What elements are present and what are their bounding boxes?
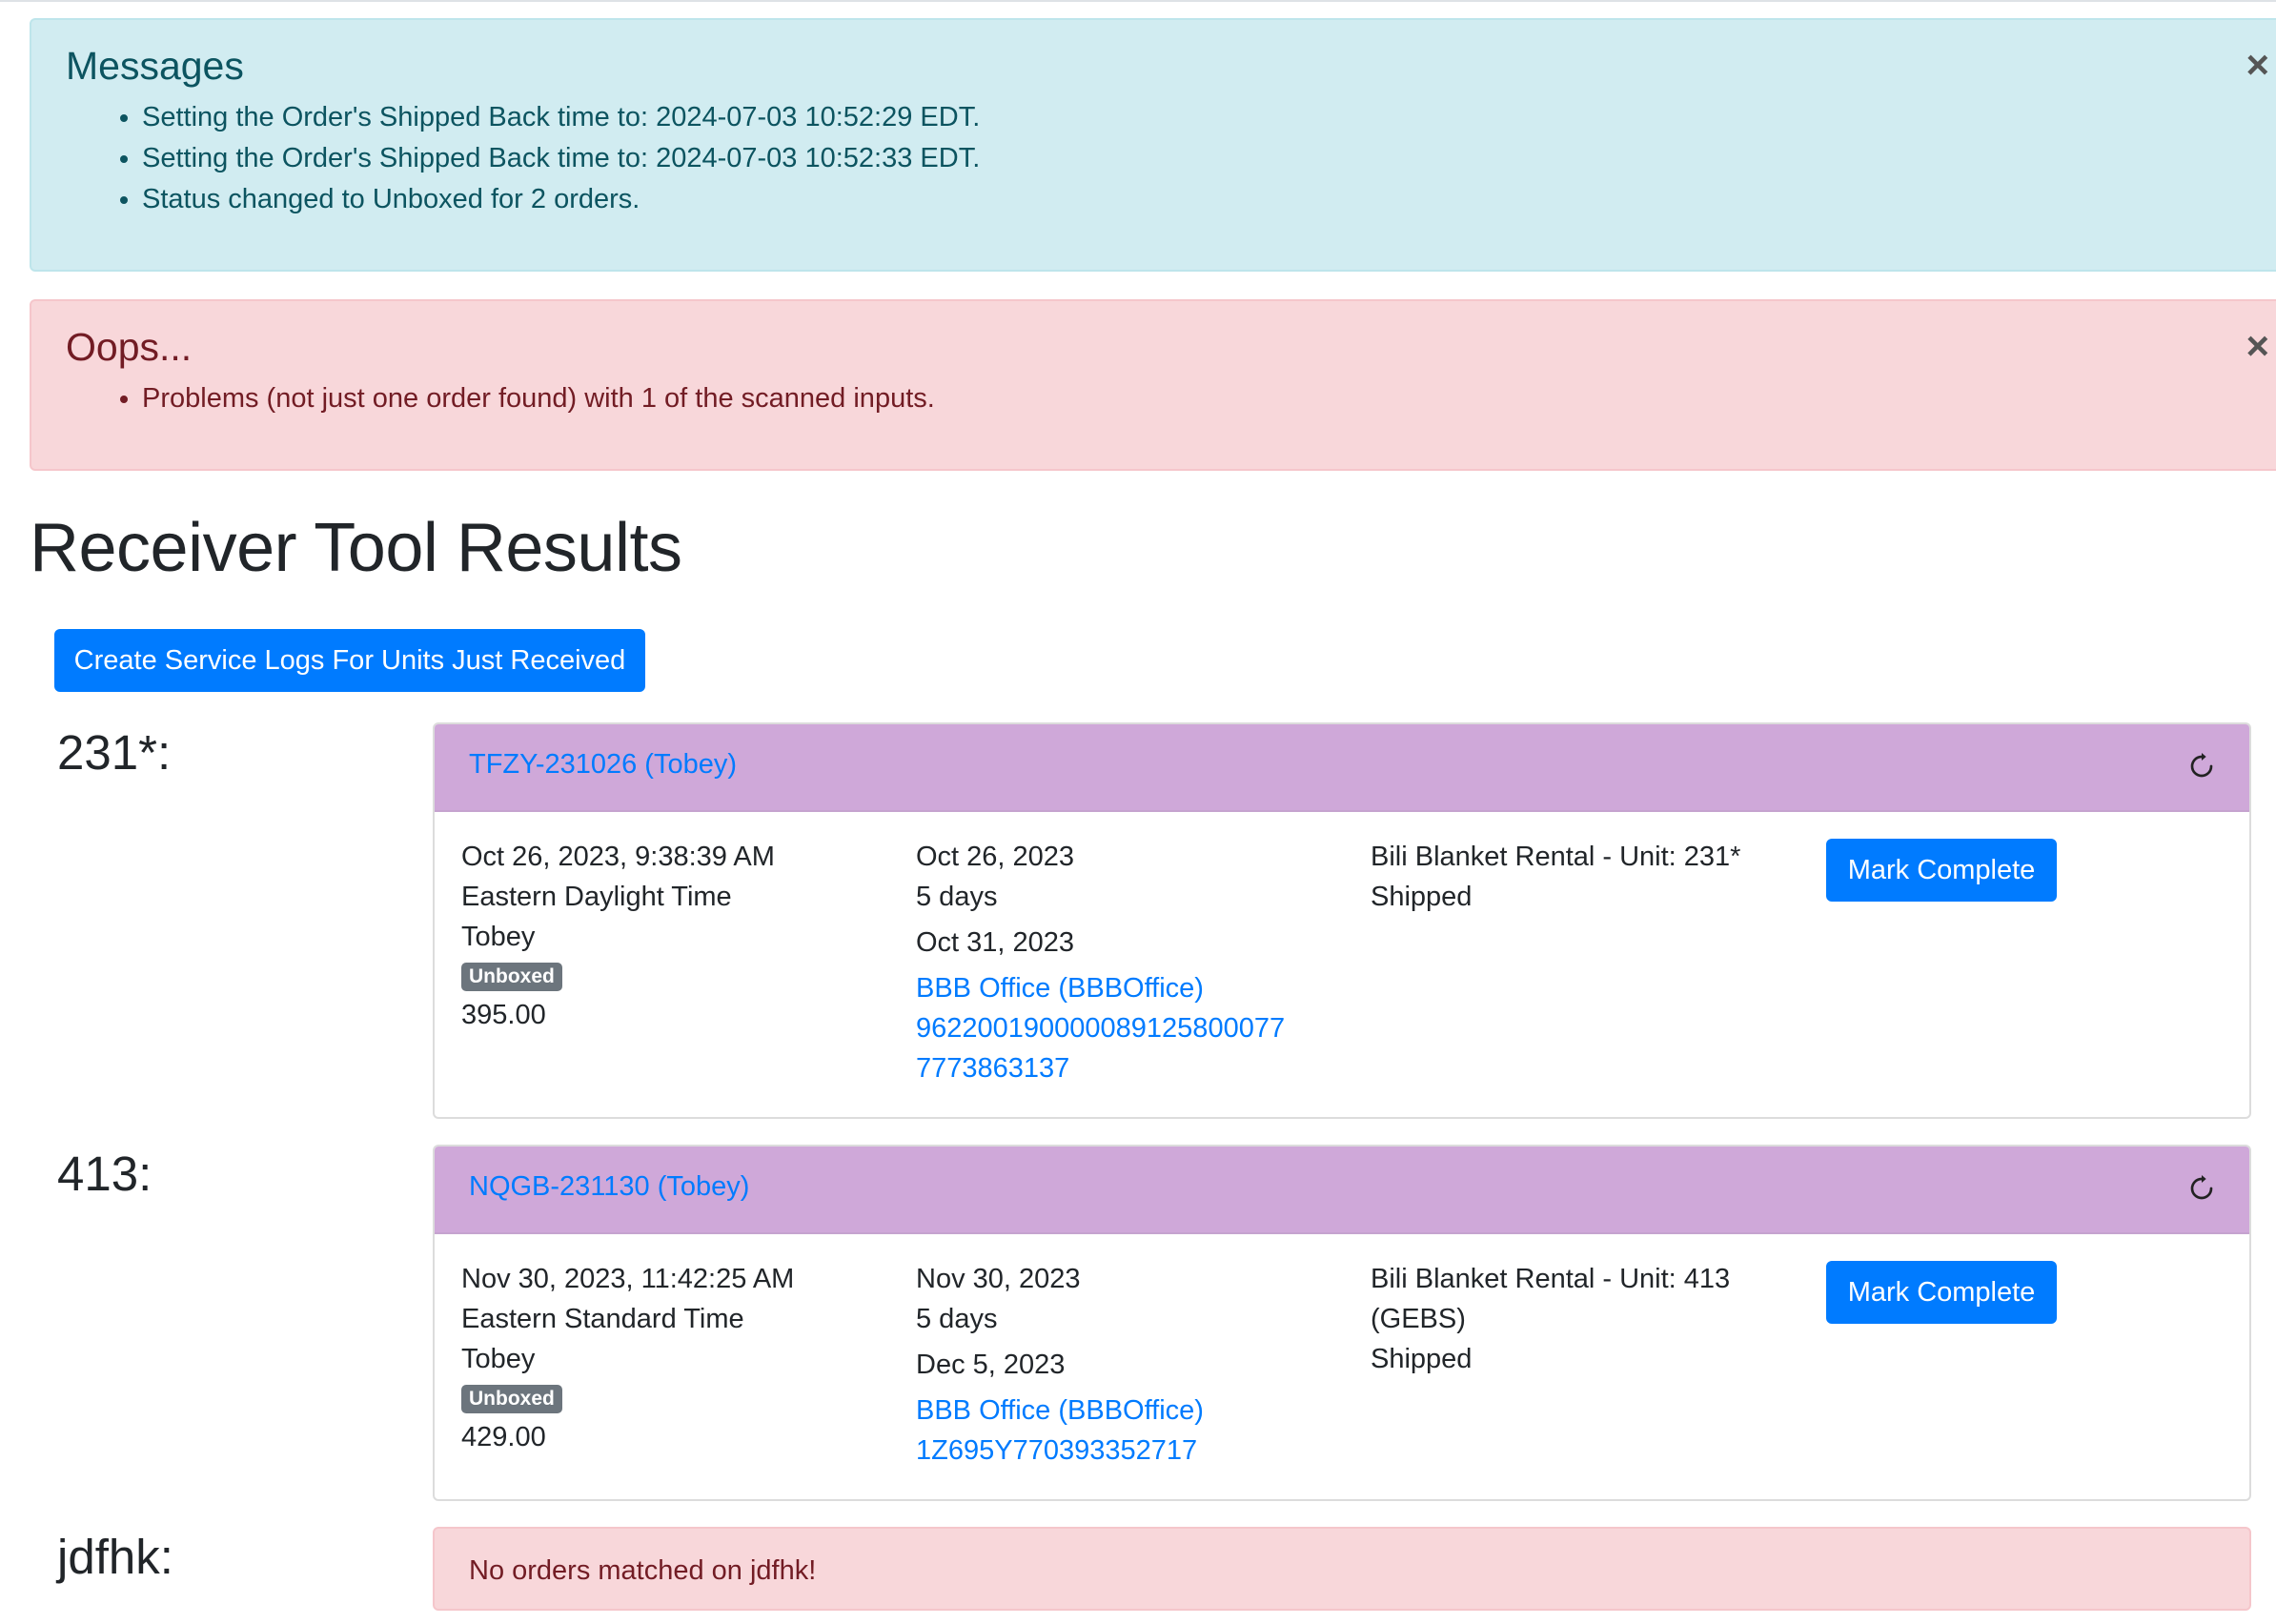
- rental-dates-column: Nov 30, 2023 5 days Dec 5, 2023 BBB Offi…: [916, 1259, 1204, 1471]
- order-created: Nov 30, 2023, 11:42:25 AM: [461, 1264, 795, 1294]
- errors-alert: Oops... Problems (not just one order fou…: [30, 299, 2276, 471]
- rental-end-date: Oct 31, 2023: [916, 927, 1075, 958]
- refresh-icon[interactable]: [2186, 751, 2217, 782]
- errors-title: Oops...: [66, 325, 193, 369]
- rental-duration: 5 days: [916, 882, 998, 912]
- top-divider: [0, 0, 2276, 2]
- message-item: Setting the Order's Shipped Back time to…: [142, 97, 2271, 138]
- mark-complete-button[interactable]: Mark Complete: [1826, 1261, 2057, 1324]
- rental-start-date: Nov 30, 2023: [916, 1264, 1081, 1294]
- unit-label: 413:: [57, 1147, 152, 1201]
- tracking-link[interactable]: 7773863137: [916, 1048, 1285, 1088]
- order-card: NQGB-231130 (Tobey) Nov 30, 2023, 11:42:…: [433, 1145, 2251, 1501]
- close-icon[interactable]: ×: [2246, 45, 2269, 85]
- location-link[interactable]: BBB Office (BBBOffice): [916, 968, 1285, 1008]
- order-info-column: Oct 26, 2023, 9:38:39 AM Eastern Dayligh…: [461, 837, 775, 1035]
- errors-list: Problems (not just one order found) with…: [66, 378, 2271, 419]
- product-name: Bili Blanket Rental - Unit: 231*: [1371, 842, 1741, 872]
- messages-title: Messages: [66, 44, 244, 88]
- page-title: Receiver Tool Results: [30, 510, 682, 586]
- rental-dates-column: Oct 26, 2023 5 days Oct 31, 2023 BBB Off…: [916, 837, 1285, 1088]
- order-customer: Tobey: [461, 922, 536, 952]
- order-amount: 429.00: [461, 1422, 546, 1452]
- close-icon[interactable]: ×: [2246, 326, 2269, 366]
- order-link[interactable]: NQGB-231130 (Tobey): [469, 1171, 749, 1203]
- product-column: Bili Blanket Rental - Unit: 231* Shipped: [1371, 837, 1740, 917]
- product-name: Bili Blanket Rental - Unit: 413: [1371, 1264, 1731, 1294]
- order-link[interactable]: TFZY-231026 (Tobey): [469, 749, 737, 781]
- product-name-continued: (GEBS): [1371, 1304, 1466, 1334]
- location-link[interactable]: BBB Office (BBBOffice): [916, 1391, 1204, 1431]
- shipment-status: Shipped: [1371, 882, 1473, 912]
- unit-label: jdfhk:: [57, 1530, 173, 1584]
- error-item: Problems (not just one order found) with…: [142, 378, 2271, 419]
- refresh-icon[interactable]: [2186, 1173, 2217, 1204]
- shipment-status: Shipped: [1371, 1344, 1473, 1374]
- order-timezone: Eastern Standard Time: [461, 1304, 744, 1334]
- status-badge: Unboxed: [461, 963, 562, 992]
- order-info-column: Nov 30, 2023, 11:42:25 AM Eastern Standa…: [461, 1259, 794, 1457]
- order-card-header: TFZY-231026 (Tobey): [435, 724, 2249, 812]
- order-amount: 395.00: [461, 1000, 546, 1030]
- order-timezone: Eastern Daylight Time: [461, 882, 732, 912]
- rental-start-date: Oct 26, 2023: [916, 842, 1075, 872]
- tracking-link[interactable]: 1Z695Y770393352717: [916, 1431, 1204, 1471]
- no-match-message: No orders matched on jdfhk!: [469, 1555, 817, 1586]
- tracking-link[interactable]: 9622001900000891258000​77: [916, 1008, 1285, 1048]
- product-column: Bili Blanket Rental - Unit: 413 (GEBS) S…: [1371, 1259, 1730, 1379]
- create-service-logs-button[interactable]: Create Service Logs For Units Just Recei…: [54, 629, 645, 692]
- order-card-header: NQGB-231130 (Tobey): [435, 1147, 2249, 1234]
- mark-complete-button[interactable]: Mark Complete: [1826, 839, 2057, 902]
- status-badge: Unboxed: [461, 1385, 562, 1414]
- unit-label: 231*:: [57, 725, 172, 780]
- rental-end-date: Dec 5, 2023: [916, 1350, 1066, 1380]
- message-item: Status changed to Unboxed for 2 orders.: [142, 179, 2271, 220]
- message-item: Setting the Order's Shipped Back time to…: [142, 138, 2271, 179]
- rental-duration: 5 days: [916, 1304, 998, 1334]
- messages-alert: Messages Setting the Order's Shipped Bac…: [30, 18, 2276, 272]
- no-match-alert: No orders matched on jdfhk!: [433, 1527, 2251, 1611]
- order-customer: Tobey: [461, 1344, 536, 1374]
- order-created: Oct 26, 2023, 9:38:39 AM: [461, 842, 775, 872]
- messages-list: Setting the Order's Shipped Back time to…: [66, 97, 2271, 220]
- order-card: TFZY-231026 (Tobey) Oct 26, 2023, 9:38:3…: [433, 722, 2251, 1119]
